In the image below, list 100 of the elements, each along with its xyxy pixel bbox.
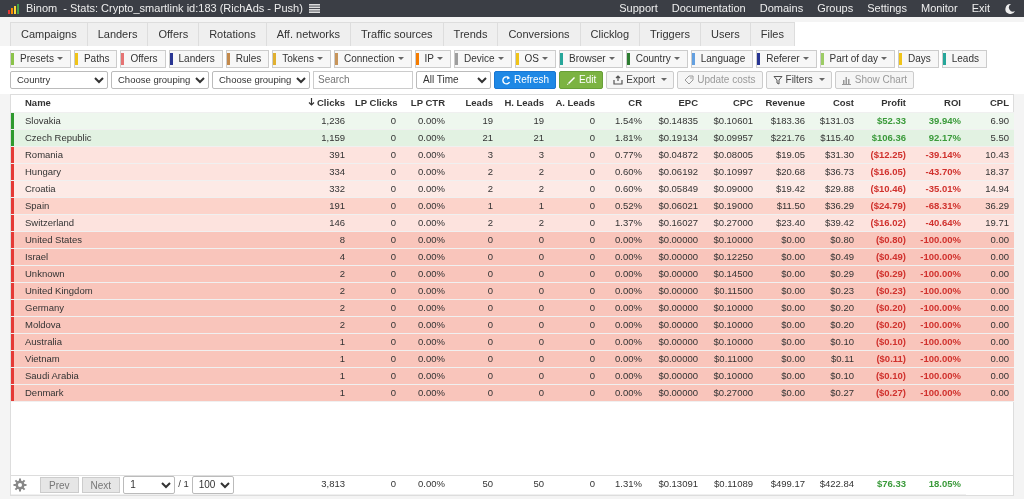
total-cell: $0.13091 <box>647 475 703 494</box>
nav-tab[interactable]: Conversions <box>497 22 581 46</box>
table-cell: 0 <box>498 350 549 368</box>
name-cell: Saudi Arabia <box>11 367 293 385</box>
name-cell: Czech Republic <box>11 129 293 147</box>
table-cell: 0 <box>350 333 401 351</box>
filter-button[interactable]: Offers <box>120 49 166 68</box>
table-cell: $0.10000 <box>703 299 758 317</box>
column-header[interactable]: Name <box>11 94 293 113</box>
nav-tab[interactable]: Files <box>749 22 795 46</box>
table-cell: -100.00% <box>911 299 966 317</box>
nav-link[interactable]: Groups <box>817 0 854 17</box>
nav-tab[interactable]: Aff. networks <box>265 22 352 46</box>
table-cell: 0.00% <box>401 197 450 215</box>
nav-tab[interactable]: Traffic sources <box>350 22 444 46</box>
column-header[interactable]: Cost <box>810 94 859 113</box>
period-select[interactable]: All Time <box>416 70 491 89</box>
table-cell: 0 <box>350 214 401 232</box>
column-header[interactable]: A. Leads <box>549 94 600 113</box>
column-header[interactable]: CPL <box>966 94 1014 113</box>
table-cell: 0.00 <box>966 316 1014 334</box>
table-cell: $0.09000 <box>703 180 758 198</box>
table-cell: $0.00 <box>758 282 810 300</box>
next-button[interactable]: Next <box>81 476 121 493</box>
table-cell: $0.11500 <box>703 282 758 300</box>
table-cell: 0 <box>450 367 498 385</box>
filter-button[interactable]: Browser <box>559 49 623 68</box>
column-header[interactable]: LP Clicks <box>350 94 401 113</box>
nav-link[interactable]: Monitor <box>920 0 958 17</box>
filter-button[interactable]: Leads <box>941 49 987 68</box>
table-cell: 0 <box>450 316 498 334</box>
filters-button[interactable]: Filters <box>765 70 832 89</box>
nav-tab[interactable]: Trends <box>442 22 499 46</box>
column-header[interactable]: Revenue <box>758 94 810 113</box>
filter-button[interactable]: IP <box>414 49 451 68</box>
table-cell: 146 <box>293 214 350 232</box>
column-header[interactable]: Clicks <box>293 94 350 113</box>
filter-button[interactable]: Country <box>625 49 688 68</box>
filter-button[interactable]: OS <box>514 49 556 68</box>
filter-button[interactable]: Tokens <box>272 49 331 68</box>
nav-link[interactable]: Settings <box>867 0 907 17</box>
filter-button[interactable]: Rules <box>225 49 270 68</box>
name-cell: Slovakia <box>11 112 293 130</box>
nav-tab[interactable]: Clicklog <box>579 22 641 46</box>
grouping-select[interactable]: Choose grouping <box>212 70 310 89</box>
filter-button[interactable]: Paths <box>73 49 118 68</box>
table-cell: 0 <box>350 350 401 368</box>
prev-button[interactable]: Prev <box>40 476 79 493</box>
table-cell: -100.00% <box>911 265 966 283</box>
table-cell: ($0.20) <box>859 316 911 334</box>
filter-button[interactable]: Device <box>454 49 512 68</box>
table-cell: 0 <box>498 282 549 300</box>
column-header[interactable]: ROI <box>911 94 966 113</box>
column-header[interactable]: CR <box>600 94 647 113</box>
table-cell: 0.00 <box>966 367 1014 385</box>
nav-tab[interactable]: Campaigns <box>10 22 88 46</box>
filter-button[interactable]: Days <box>897 49 939 68</box>
column-header[interactable]: LP CTR <box>401 94 450 113</box>
column-header[interactable]: EPC <box>647 94 703 113</box>
column-header[interactable]: CPC <box>703 94 758 113</box>
column-header[interactable]: Profit <box>859 94 911 113</box>
filter-button[interactable]: Part of day <box>819 49 895 68</box>
nav-link[interactable]: Exit <box>971 0 990 17</box>
table-cell: -100.00% <box>911 316 966 334</box>
nav-tab[interactable]: Landers <box>86 22 149 46</box>
nav-tab[interactable]: Offers <box>147 22 200 46</box>
table-cell: -68.31% <box>911 197 966 215</box>
table-cell: $29.88 <box>810 180 859 198</box>
table-cell: 3 <box>498 146 549 164</box>
search-field[interactable]: Search <box>313 70 413 89</box>
column-header[interactable]: H. Leads <box>498 94 549 113</box>
table-cell: 2 <box>450 214 498 232</box>
table-cell: $0.23 <box>810 282 859 300</box>
nav-link[interactable]: Domains <box>759 0 804 17</box>
export-button[interactable]: Export <box>606 70 675 89</box>
nav-tab[interactable]: Triggers <box>639 22 701 46</box>
filter-button[interactable]: Referer <box>756 49 817 68</box>
table-cell: ($0.23) <box>859 282 911 300</box>
table-cell: 0 <box>450 384 498 402</box>
per-page-select[interactable]: 100 <box>191 475 234 494</box>
table-cell: 0.00% <box>600 384 647 402</box>
nav-link[interactable]: Support <box>619 0 658 17</box>
nav-link[interactable]: Documentation <box>671 0 746 17</box>
refresh-button[interactable]: Refresh <box>494 70 556 89</box>
nav-tab[interactable]: Rotations <box>198 22 267 46</box>
table-cell: -100.00% <box>911 282 966 300</box>
filter-button[interactable]: Presets <box>10 49 71 68</box>
filter-button[interactable]: Landers <box>168 49 223 68</box>
nav-tab[interactable]: Users <box>700 22 751 46</box>
page-select[interactable]: 1 <box>123 475 176 494</box>
grouping-select[interactable]: Country <box>10 70 108 89</box>
filter-button[interactable]: Language <box>690 49 754 68</box>
column-header[interactable]: Leads <box>450 94 498 113</box>
filter-icon <box>772 74 783 85</box>
moon-icon <box>1004 2 1016 15</box>
grouping-select[interactable]: Choose grouping <box>111 70 209 89</box>
name-cell: Spain <box>11 197 293 215</box>
table-cell: $0.00000 <box>647 265 703 283</box>
pencil-icon <box>566 74 576 85</box>
filter-button[interactable]: Connection <box>333 49 412 68</box>
